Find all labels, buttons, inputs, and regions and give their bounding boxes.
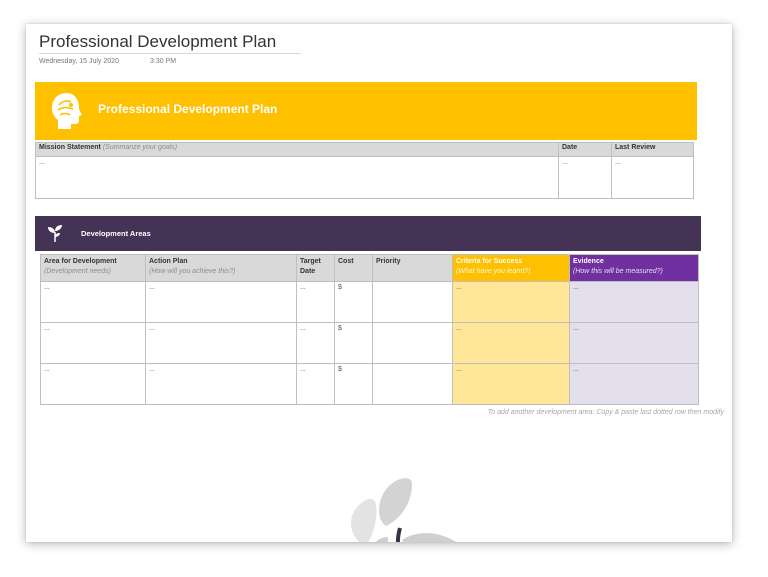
mission-statement-header: Mission Statement (Summarize your goals) — [35, 142, 559, 157]
criteria-success-header: Criteria for Success (What have you learn… — [452, 254, 570, 282]
add-row-hint: To add another development area: Copy & … — [487, 409, 724, 416]
evidence-hint: (How this will be measured?) — [573, 268, 663, 275]
action-plan-header: Action Plan (How will you achieve this?) — [145, 254, 297, 282]
mission-last-review-cell[interactable]: ... — [611, 156, 694, 199]
action-plan-hint: (How will you achieve this?) — [149, 268, 236, 275]
cost-cell[interactable]: $ — [334, 363, 373, 405]
evidence-header: Evidence (How this will be measured?) — [569, 254, 699, 282]
title-underline — [39, 53, 301, 54]
cost-header: Cost — [334, 254, 373, 282]
table-row: ... ... ... $ ... ... — [40, 363, 699, 405]
mission-table: Mission Statement (Summarize your goals)… — [35, 142, 694, 199]
criteria-success-cell[interactable]: ... — [452, 363, 570, 405]
priority-header: Priority — [372, 254, 453, 282]
development-areas-title: Development Areas — [81, 229, 151, 238]
area-cell[interactable]: ... — [40, 322, 146, 364]
sprout-icon — [48, 225, 62, 242]
target-date-cell[interactable]: ... — [296, 281, 335, 323]
page-time: 3:30 PM — [150, 58, 177, 65]
priority-cell[interactable] — [372, 363, 453, 405]
action-plan-cell[interactable]: ... — [145, 363, 297, 405]
head-silhouette-icon — [52, 93, 82, 129]
area-hint: (Development needs) — [44, 268, 111, 275]
area-header: Area for Development (Development needs) — [40, 254, 146, 282]
onenote-page: Professional Development Plan Wednesday,… — [26, 24, 732, 542]
banner-title: Professional Development Plan — [98, 102, 278, 116]
criteria-success-cell[interactable]: ... — [452, 281, 570, 323]
evidence-cell[interactable]: ... — [569, 363, 699, 405]
mission-statement-hint: (Summarize your goals) — [102, 144, 178, 151]
mission-row: ... ... ... — [35, 156, 694, 199]
priority-cell[interactable] — [372, 322, 453, 364]
target-date-header: Target Date — [296, 254, 335, 282]
development-table: Area for Development (Development needs) … — [40, 254, 699, 405]
evidence-cell[interactable]: ... — [569, 322, 699, 364]
mission-header-row: Mission Statement (Summarize your goals)… — [35, 142, 694, 157]
action-plan-cell[interactable]: ... — [145, 281, 297, 323]
evidence-cell[interactable]: ... — [569, 281, 699, 323]
table-row: ... ... ... $ ... ... — [40, 322, 699, 364]
criteria-success-cell[interactable]: ... — [452, 322, 570, 364]
cost-cell[interactable]: $ — [334, 281, 373, 323]
area-cell[interactable]: ... — [40, 281, 146, 323]
mission-date-header: Date — [558, 142, 612, 157]
leaf-watermark-icon — [351, 478, 456, 542]
target-date-cell[interactable]: ... — [296, 322, 335, 364]
page-title[interactable]: Professional Development Plan — [39, 32, 276, 52]
mission-last-review-header: Last Review — [611, 142, 694, 157]
development-areas-header: Development Areas — [35, 216, 701, 251]
criteria-success-hint: (What have you learnt?) — [456, 268, 531, 275]
table-row: ... ... ... $ ... ... — [40, 281, 699, 323]
plan-banner: Professional Development Plan — [35, 82, 697, 140]
development-header-row: Area for Development (Development needs) … — [40, 254, 699, 282]
page-date: Wednesday, 15 July 2020 — [39, 58, 119, 65]
action-plan-cell[interactable]: ... — [145, 322, 297, 364]
target-date-cell[interactable]: ... — [296, 363, 335, 405]
mission-date-cell[interactable]: ... — [558, 156, 612, 199]
priority-cell[interactable] — [372, 281, 453, 323]
cost-cell[interactable]: $ — [334, 322, 373, 364]
area-cell[interactable]: ... — [40, 363, 146, 405]
mission-statement-cell[interactable]: ... — [35, 156, 559, 199]
